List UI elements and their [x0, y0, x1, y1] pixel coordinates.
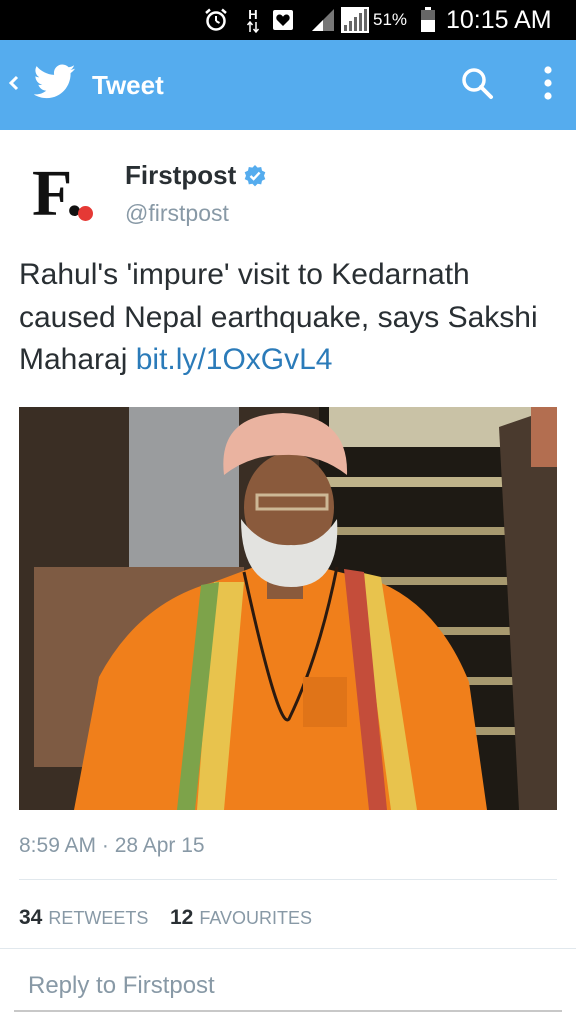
app-bar: Tweet	[0, 40, 576, 130]
favourites-stat[interactable]: 12 FAVOURITES	[170, 906, 312, 930]
clock-label: 10:15 AM	[446, 5, 552, 34]
app-bar-title: Tweet	[92, 70, 164, 100]
data-arrows-icon	[246, 20, 260, 33]
favourites-count: 12	[170, 906, 194, 929]
author-avatar[interactable]: F.	[30, 157, 100, 230]
verified-badge-icon	[243, 164, 267, 188]
heart-notification-icon	[270, 0, 296, 40]
author-name-row[interactable]: Firstpost	[125, 160, 267, 191]
tweet-text-block: Rahul's 'impure' visit to Kedarnath caus…	[19, 254, 559, 382]
photo-image	[19, 407, 557, 810]
network-type-label: H	[248, 6, 258, 22]
tweet-link[interactable]: bit.ly/1OxGvL4	[136, 343, 333, 376]
signal-bars-icon	[340, 0, 370, 40]
network-type-indicator: H	[242, 0, 264, 40]
chevron-left-icon	[8, 70, 20, 101]
author-handle[interactable]: @firstpost	[125, 200, 229, 227]
divider	[0, 948, 576, 949]
clock: 10:15 AM	[446, 0, 570, 40]
tweet-timestamp: 8:59 AM · 28 Apr 15	[19, 834, 205, 857]
battery-percent-label: 51%	[373, 10, 408, 29]
status-bar: H 51% 10:15 AM	[0, 0, 576, 40]
more-vert-icon	[543, 65, 553, 106]
retweets-stat[interactable]: 34 RETWEETS	[19, 906, 148, 930]
battery-icon	[418, 0, 438, 40]
logo-red-dot	[78, 206, 93, 221]
author-name: Firstpost	[125, 160, 237, 190]
reply-field[interactable]: Reply to Firstpost	[14, 964, 562, 1012]
retweets-count: 34	[19, 906, 43, 929]
author-logo-letter: F.	[32, 157, 83, 230]
retweets-label: RETWEETS	[48, 908, 149, 928]
divider	[19, 879, 557, 880]
overflow-menu-button[interactable]	[530, 60, 566, 110]
back-button[interactable]: Tweet	[0, 40, 180, 130]
reply-placeholder: Reply to Firstpost	[28, 972, 215, 999]
favourites-label: FAVOURITES	[199, 908, 313, 928]
signal-icon	[308, 0, 338, 40]
alarm-icon	[200, 0, 232, 40]
search-icon	[460, 66, 494, 105]
tweet-detail: F. Firstpost @firstpost Rahul's 'impure'…	[0, 130, 576, 1024]
battery-percent: 51%	[373, 0, 417, 40]
tweet-photo[interactable]	[19, 407, 557, 810]
search-button[interactable]	[452, 60, 502, 110]
twitter-bird-icon	[33, 64, 76, 105]
